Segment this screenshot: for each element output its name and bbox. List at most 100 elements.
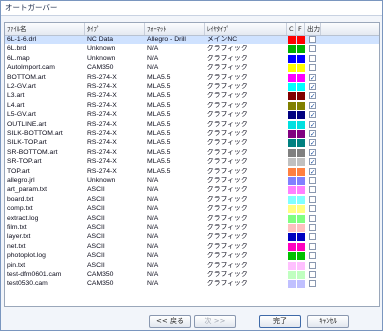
back-button[interactable]: << 戻る [149, 315, 191, 328]
color-swatch-f[interactable] [297, 111, 305, 120]
color-swatch-c[interactable] [288, 130, 296, 138]
output-checkbox[interactable] [309, 205, 316, 213]
color-swatch-c[interactable] [288, 261, 296, 270]
table-row[interactable]: pin.txt ASCII N/A グラフィック [5, 261, 379, 270]
color-swatch-f[interactable] [297, 130, 305, 138]
table-row[interactable]: comp.txt ASCII N/A グラフィック [5, 205, 379, 214]
color-swatch-c[interactable] [288, 280, 296, 289]
output-checkbox[interactable]: ✓ [309, 83, 316, 90]
table-row[interactable]: SILK-BOTTOM.art RS-274-X MLA5.5 グラフィック ✓ [5, 130, 379, 138]
color-swatch-f[interactable] [297, 205, 305, 214]
output-checkbox[interactable] [309, 214, 316, 222]
color-swatch-c[interactable] [288, 242, 296, 251]
color-swatch-c[interactable] [288, 54, 296, 63]
output-checkbox[interactable]: ✓ [309, 111, 316, 118]
color-swatch-f[interactable] [297, 242, 305, 251]
column-header-format[interactable]: ﾌｫｰﾏｯﾄ [145, 23, 205, 35]
color-swatch-c[interactable] [288, 64, 296, 73]
table-row[interactable]: OUTLINE.art RS-274-X MLA5.5 グラフィック ✓ [5, 120, 379, 129]
color-swatch-f[interactable] [297, 233, 305, 242]
color-swatch-f[interactable] [297, 73, 305, 82]
color-swatch-c[interactable] [288, 224, 296, 232]
color-swatch-c[interactable] [288, 167, 296, 176]
table-row[interactable]: 6L.brd Unknown N/A グラフィック [5, 45, 379, 54]
column-header-output[interactable]: 出力 [305, 23, 321, 35]
output-checkbox[interactable] [309, 242, 316, 250]
color-swatch-f[interactable] [297, 177, 305, 185]
color-swatch-f[interactable] [297, 261, 305, 270]
table-row[interactable]: SILK-TOP.art RS-274-X MLA5.5 グラフィック ✓ [5, 139, 379, 148]
color-swatch-c[interactable] [288, 83, 296, 91]
table-row[interactable]: L4.art RS-274-X MLA5.5 グラフィック ✓ [5, 101, 379, 110]
output-checkbox[interactable]: ✓ [309, 120, 316, 128]
color-swatch-c[interactable] [288, 148, 296, 157]
color-swatch-c[interactable] [288, 45, 296, 54]
finish-button[interactable]: 完了 [259, 315, 301, 328]
output-checkbox[interactable] [309, 36, 316, 43]
color-swatch-f[interactable] [297, 224, 305, 232]
color-swatch-c[interactable] [288, 186, 296, 195]
color-swatch-f[interactable] [297, 101, 305, 110]
table-row[interactable]: L2-GV.art RS-274-X MLA5.5 グラフィック ✓ [5, 83, 379, 91]
table-row[interactable]: BOTTOM.art RS-274-X MLA5.5 グラフィック ✓ [5, 73, 379, 82]
color-swatch-c[interactable] [288, 177, 296, 185]
output-checkbox[interactable]: ✓ [309, 139, 316, 147]
table-row[interactable]: film.txt ASCII N/A グラフィック [5, 224, 379, 232]
output-checkbox[interactable] [309, 186, 316, 194]
color-swatch-f[interactable] [297, 271, 305, 279]
output-checkbox[interactable]: ✓ [309, 92, 316, 100]
color-swatch-c[interactable] [288, 195, 296, 204]
color-swatch-c[interactable] [288, 36, 296, 44]
table-row[interactable]: L5-GV.art RS-274-X MLA5.5 グラフィック ✓ [5, 111, 379, 120]
output-checkbox[interactable] [309, 233, 316, 241]
color-swatch-c[interactable] [288, 139, 296, 148]
color-swatch-f[interactable] [297, 167, 305, 176]
color-swatch-c[interactable] [288, 101, 296, 110]
color-swatch-f[interactable] [297, 45, 305, 54]
color-swatch-c[interactable] [288, 73, 296, 82]
color-swatch-f[interactable] [297, 139, 305, 148]
output-checkbox[interactable]: ✓ [309, 158, 316, 165]
column-header-type[interactable]: ﾀｲﾌﾟ [85, 23, 145, 35]
output-checkbox[interactable] [309, 261, 316, 269]
color-swatch-f[interactable] [297, 148, 305, 157]
color-swatch-f[interactable] [297, 54, 305, 63]
color-swatch-f[interactable] [297, 195, 305, 204]
color-swatch-c[interactable] [288, 92, 296, 101]
table-row[interactable]: L3.art RS-274-X MLA5.5 グラフィック ✓ [5, 92, 379, 101]
color-swatch-c[interactable] [288, 233, 296, 242]
color-swatch-f[interactable] [297, 280, 305, 289]
color-swatch-f[interactable] [297, 83, 305, 91]
table-row[interactable]: allegro.jrl Unknown N/A グラフィック [5, 177, 379, 185]
output-checkbox[interactable] [309, 271, 316, 278]
column-header-c[interactable]: C [287, 23, 296, 35]
color-swatch-f[interactable] [297, 252, 305, 261]
cancel-button[interactable]: ｷｬﾝｾﾙ [307, 315, 349, 328]
color-swatch-c[interactable] [288, 205, 296, 214]
color-swatch-c[interactable] [288, 252, 296, 261]
column-header-layer-type[interactable]: ﾚｲﾔﾀｲﾌﾟ [205, 23, 287, 35]
table-row[interactable]: photoplot.log ASCII N/A グラフィック [5, 252, 379, 261]
color-swatch-f[interactable] [297, 36, 305, 44]
output-checkbox[interactable] [309, 280, 316, 288]
output-checkbox[interactable]: ✓ [309, 73, 316, 81]
output-checkbox[interactable] [309, 195, 316, 203]
output-checkbox[interactable] [309, 64, 316, 72]
output-checkbox[interactable]: ✓ [309, 148, 316, 156]
column-header-f[interactable]: F [296, 23, 305, 35]
color-swatch-c[interactable] [288, 120, 296, 129]
file-list-table[interactable]: ﾌｧｲﾙ名 ﾀｲﾌﾟ ﾌｫｰﾏｯﾄ ﾚｲﾔﾀｲﾌﾟ C F 出力 6L-1-6.… [4, 22, 380, 307]
table-row[interactable]: SR-TOP.art RS-274-X MLA5.5 グラフィック ✓ [5, 158, 379, 167]
table-row[interactable]: test0530.cam CAM350 N/A グラフィック [5, 280, 379, 289]
table-row[interactable]: extract.log ASCII N/A グラフィック [5, 214, 379, 223]
output-checkbox[interactable] [309, 54, 316, 62]
column-header-file[interactable]: ﾌｧｲﾙ名 [5, 23, 85, 35]
output-checkbox[interactable]: ✓ [309, 130, 316, 137]
color-swatch-f[interactable] [297, 186, 305, 195]
color-swatch-f[interactable] [297, 64, 305, 73]
table-row[interactable]: layer.txt ASCII N/A グラフィック [5, 233, 379, 242]
color-swatch-f[interactable] [297, 214, 305, 223]
output-checkbox[interactable] [309, 252, 316, 260]
color-swatch-f[interactable] [297, 120, 305, 129]
table-row[interactable]: test-dfm0601.cam CAM350 N/A グラフィック [5, 271, 379, 279]
